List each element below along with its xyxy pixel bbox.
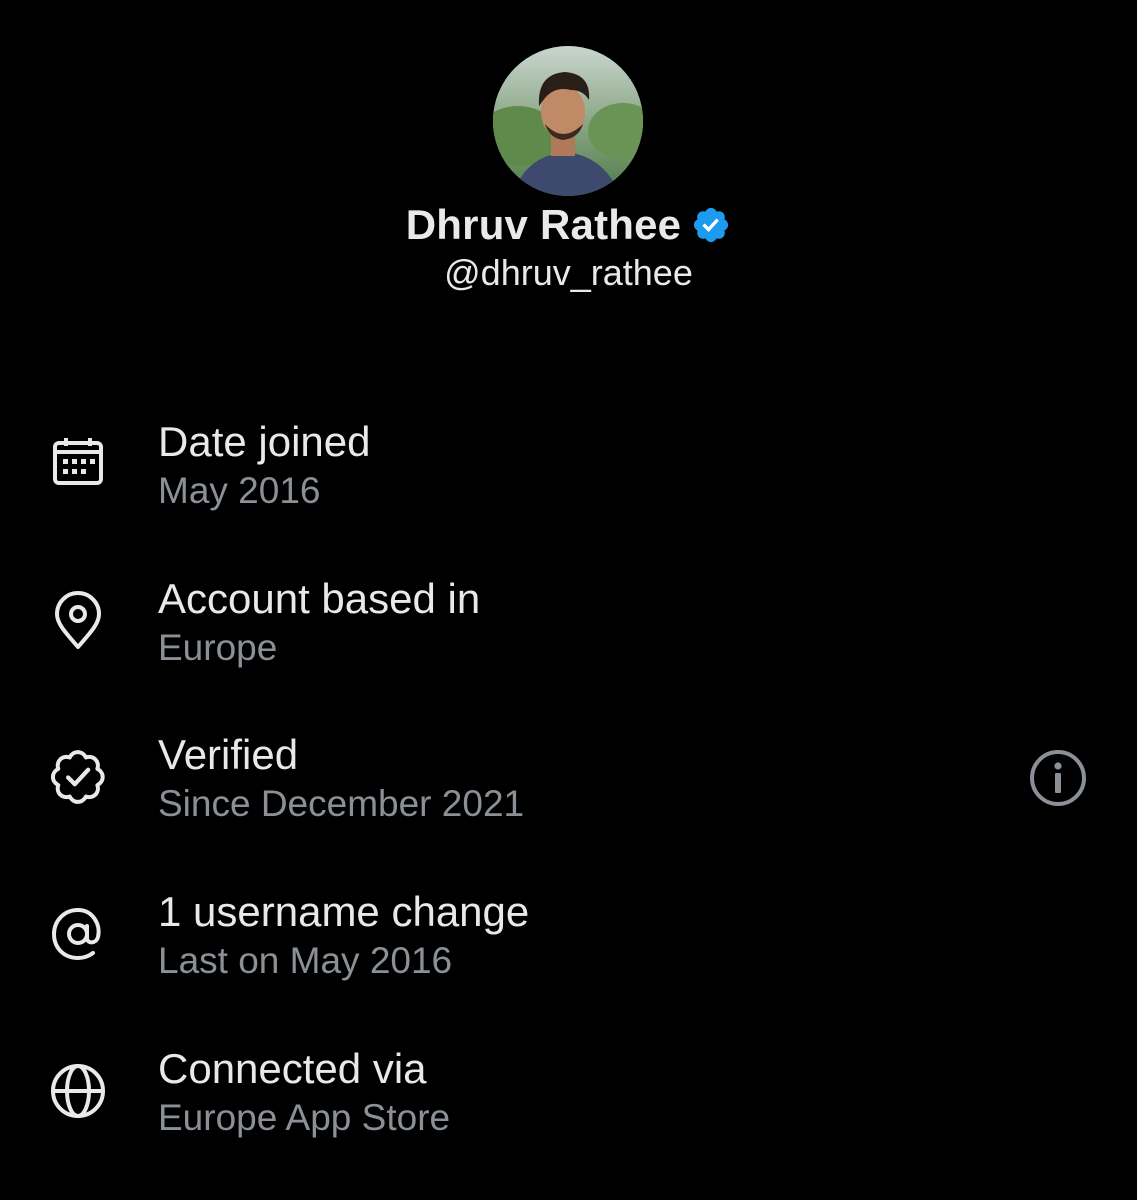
globe-icon — [46, 1059, 110, 1123]
avatar-photo — [493, 46, 643, 196]
info-icon[interactable] — [1027, 747, 1089, 809]
calendar-icon — [46, 432, 110, 496]
info-row-account-based-in: Account based in Europe — [0, 575, 1137, 695]
location-pin-icon — [46, 589, 110, 653]
name-row: Dhruv Rathee — [0, 198, 1137, 252]
info-row-connected-via: Connected via Europe App Store — [0, 1045, 1137, 1165]
info-row-username-change: 1 username change Last on May 2016 — [0, 888, 1137, 1008]
row-title: Verified — [158, 731, 299, 778]
info-row-verified: Verified Since December 2021 — [0, 731, 1137, 851]
row-title: 1 username change — [158, 888, 530, 935]
profile-header: Dhruv Rathee @dhruv_rathee — [0, 0, 1137, 320]
row-title: Connected via — [158, 1045, 427, 1092]
row-subtitle: Since December 2021 — [158, 783, 525, 824]
verified-badge-icon[interactable] — [691, 205, 731, 245]
profile-handle: @dhruv_rathee — [444, 252, 693, 293]
avatar[interactable] — [493, 46, 643, 196]
at-sign-icon — [46, 902, 110, 966]
info-row-date-joined: Date joined May 2016 — [0, 418, 1137, 538]
row-subtitle: Last on May 2016 — [158, 940, 453, 981]
row-title: Date joined — [158, 418, 371, 465]
display-name: Dhruv Rathee — [405, 201, 682, 248]
row-subtitle: Europe — [158, 627, 278, 668]
verified-badge-outline-icon — [46, 745, 110, 809]
row-subtitle: Europe App Store — [158, 1097, 451, 1138]
row-subtitle: May 2016 — [158, 470, 321, 511]
row-title: Account based in — [158, 575, 481, 622]
